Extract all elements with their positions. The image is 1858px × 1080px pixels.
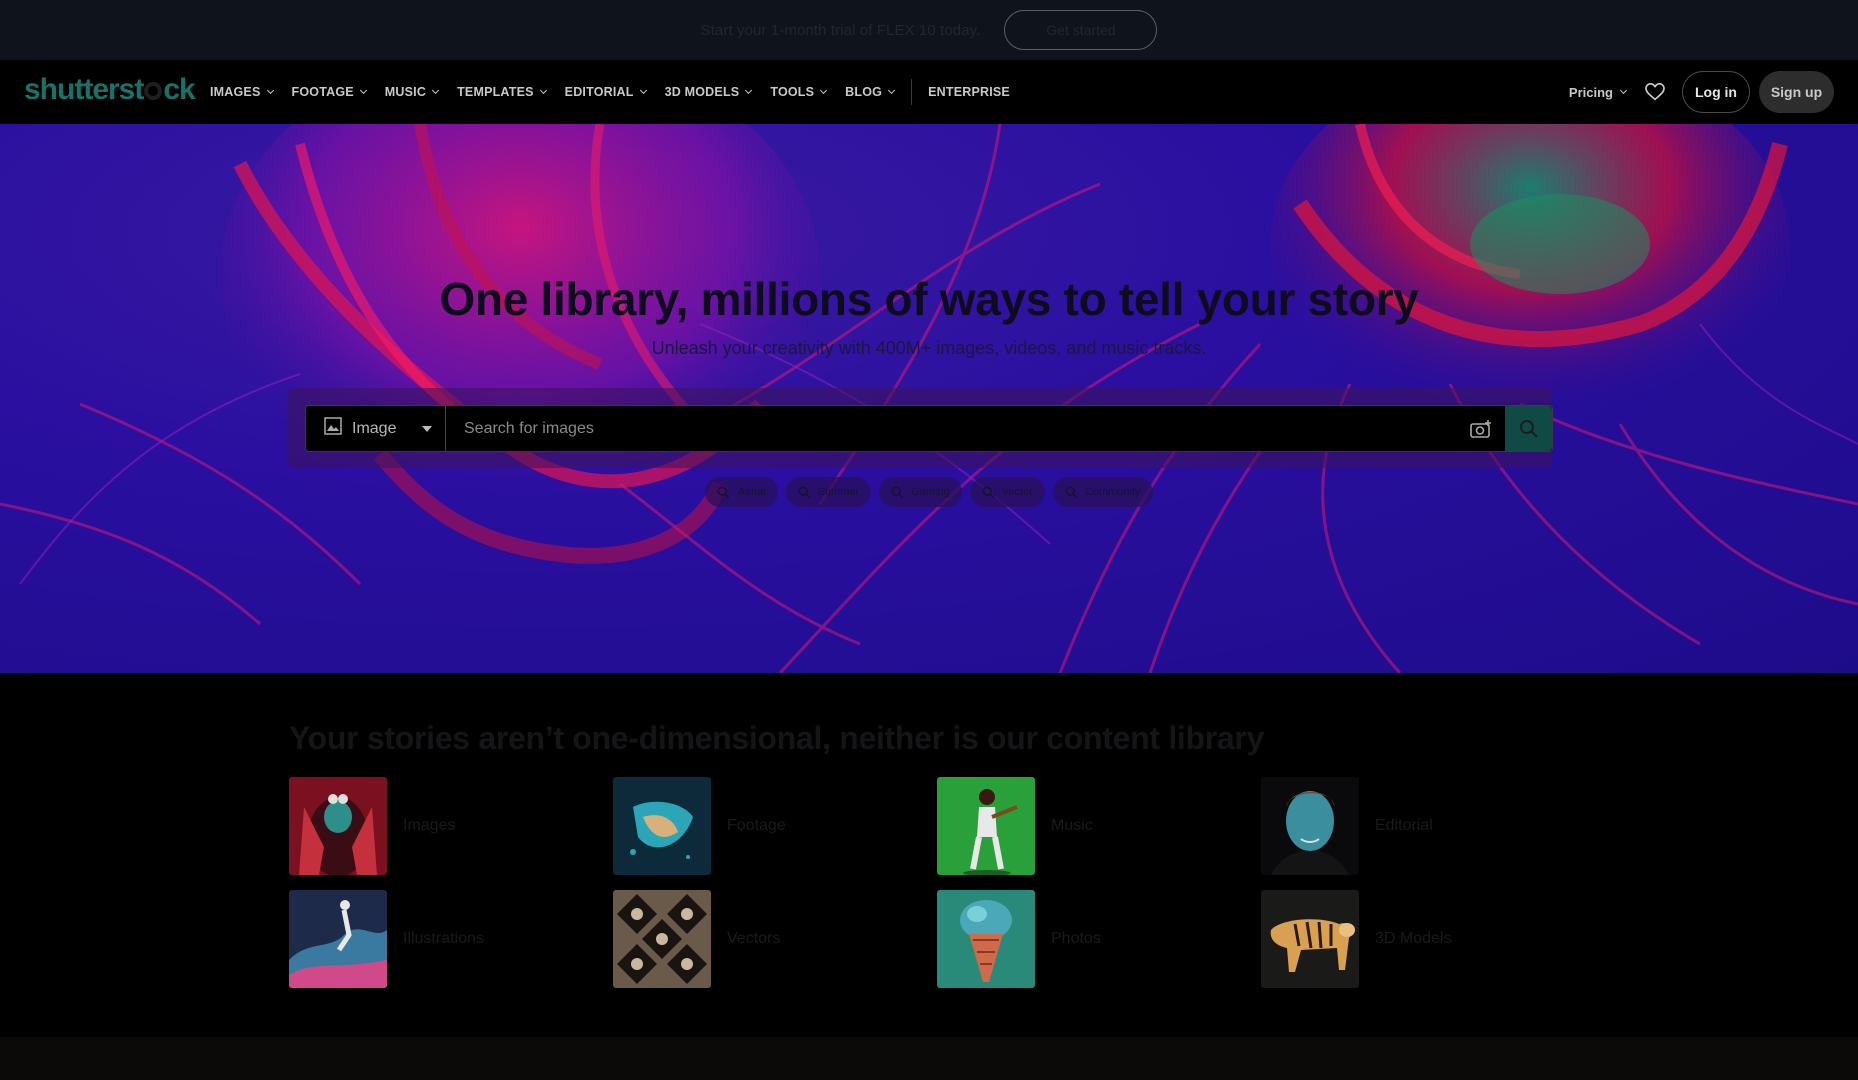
images-thumbnail	[289, 777, 387, 875]
category-label: 3D Models	[1375, 930, 1452, 947]
search-icon	[1065, 485, 1078, 498]
section-title: Your stories aren’t one-dimensional, nei…	[289, 720, 1265, 756]
category-images[interactable]: Images	[289, 777, 589, 875]
photos-thumbnail	[937, 890, 1035, 988]
category-3d-models[interactable]: 3D Models	[1261, 890, 1561, 988]
pricing-menu[interactable]: Pricing	[1569, 85, 1628, 100]
chevron-down-icon	[639, 86, 647, 95]
nav-item-editorial[interactable]: EDITORIAL	[565, 85, 647, 99]
nav-divider	[911, 79, 913, 105]
chevron-down-icon	[432, 86, 440, 95]
hero-subtitle: Unleash your creativity with 400M+ image…	[651, 338, 1207, 358]
chevron-down-icon	[539, 86, 547, 95]
media-type-label: Image	[352, 419, 397, 437]
category-photos[interactable]: Photos	[937, 890, 1237, 988]
favorites-heart-icon[interactable]	[1644, 81, 1666, 103]
nav-actions: Pricing Log in Sign up	[1569, 60, 1834, 124]
nav-item-footage[interactable]: FOOTAGE	[292, 85, 367, 99]
hero-title: One library, millions of ways to tell yo…	[439, 273, 1419, 325]
category-label: Illustrations	[403, 930, 484, 947]
chevron-down-icon	[820, 86, 828, 95]
chevron-down-icon	[1619, 86, 1628, 95]
nav-item-blog[interactable]: BLOG	[845, 85, 896, 99]
category-label: Footage	[727, 817, 786, 834]
nav-item-3d-models[interactable]: 3D MODELS	[665, 85, 753, 99]
nav-item-enterprise[interactable]: ENTERPRISE	[928, 85, 1010, 99]
chip-aerial[interactable]: Aerial	[705, 477, 778, 507]
3d-models-thumbnail	[1261, 890, 1359, 988]
caret-down-icon	[422, 425, 433, 432]
login-button[interactable]: Log in	[1682, 71, 1750, 113]
nav-item-images[interactable]: IMAGES	[210, 85, 274, 99]
nav-item-templates[interactable]: TEMPLATES	[457, 85, 547, 99]
content-library-section: Your stories aren’t one-dimensional, nei…	[0, 673, 1858, 1037]
get-started-button[interactable]: Get started	[1004, 10, 1158, 50]
search-icon	[798, 485, 810, 498]
chevron-down-icon	[745, 86, 753, 95]
chip-summer[interactable]: Summer	[785, 477, 872, 507]
category-label: Vectors	[727, 930, 781, 947]
nav-item-music[interactable]: MUSIC	[385, 85, 440, 99]
vectors-thumbnail	[613, 890, 711, 988]
hero-section: One library, millions of ways to tell yo…	[0, 124, 1858, 673]
illustrations-thumbnail	[289, 890, 387, 988]
search-input[interactable]	[446, 406, 1457, 451]
music-thumbnail	[937, 777, 1035, 875]
category-label: Images	[403, 817, 456, 834]
image-search-camera-icon[interactable]	[1457, 406, 1505, 451]
chevron-down-icon	[266, 86, 274, 95]
search-icon	[1519, 419, 1538, 438]
chevron-down-icon	[359, 86, 367, 95]
category-label: Editorial	[1375, 817, 1433, 834]
trending-searches: Aerial Summer Gaming Vector Community	[0, 477, 1858, 507]
editorial-thumbnail	[1261, 777, 1359, 875]
search-bar: Image	[305, 405, 1553, 452]
nav-item-tools[interactable]: TOOLS	[770, 85, 828, 99]
chip-vector[interactable]: Vector	[969, 477, 1045, 507]
shutterstock-logo[interactable]: shutterst ck	[24, 73, 196, 107]
search-button[interactable]	[1505, 406, 1552, 451]
footer-strip	[0, 1037, 1858, 1080]
logo-text: shutterst ck	[24, 73, 196, 106]
chip-community[interactable]: Community	[1052, 477, 1153, 507]
promo-banner: Start your 1-month trial of FLEX 10 toda…	[0, 0, 1858, 60]
category-footage[interactable]: Footage	[613, 777, 913, 875]
search-icon	[982, 485, 994, 498]
footage-thumbnail	[613, 777, 711, 875]
search-icon	[717, 485, 730, 498]
chevron-down-icon	[888, 86, 896, 95]
nav-menu: IMAGES FOOTAGE MUSIC TEMPLATES EDITORIAL…	[210, 60, 1029, 124]
category-editorial[interactable]: Editorial	[1261, 777, 1561, 875]
category-illustrations[interactable]: Illustrations	[289, 890, 589, 988]
media-type-dropdown[interactable]: Image	[306, 406, 446, 451]
category-label: Photos	[1051, 930, 1101, 947]
signup-button[interactable]: Sign up	[1759, 71, 1834, 113]
chip-gaming[interactable]: Gaming	[879, 477, 962, 507]
search-icon	[891, 485, 904, 498]
category-label: Music	[1051, 817, 1093, 834]
image-icon	[324, 417, 342, 440]
promo-text: Start your 1-month trial of FLEX 10 toda…	[700, 21, 981, 39]
category-music[interactable]: Music	[937, 777, 1237, 875]
category-vectors[interactable]: Vectors	[613, 890, 913, 988]
top-nav: shutterst ck IMAGES FOOTAGE MUSIC TEMPLAT…	[0, 60, 1858, 124]
